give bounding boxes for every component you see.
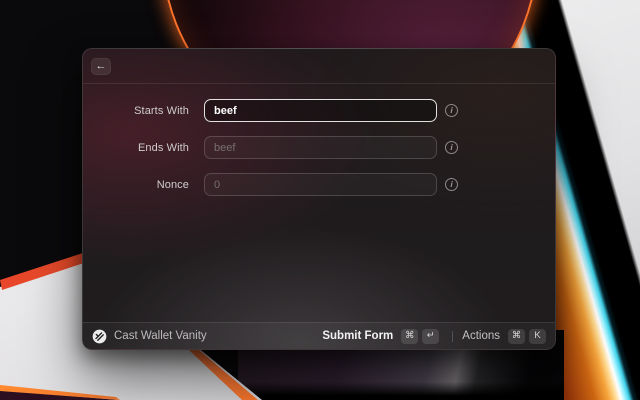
actions-button[interactable]: Actions <box>462 330 500 342</box>
arrow-left-icon: ← <box>96 61 107 72</box>
form-row-ends-with: Ends With i <box>83 136 555 159</box>
submit-form-button[interactable]: Submit Form <box>322 330 393 342</box>
info-icon[interactable]: i <box>445 141 458 154</box>
form-row-nonce: Nonce i <box>83 173 555 196</box>
launcher-window: ← Starts With i Ends With i Nonce i <box>82 48 556 350</box>
foundry-cast-logo-icon <box>92 329 107 344</box>
k-keycap: K <box>529 329 546 344</box>
info-icon[interactable]: i <box>445 178 458 191</box>
cmd-keycap: ⌘ <box>401 329 418 344</box>
cmd-keycap: ⌘ <box>508 329 525 344</box>
app-name: Cast Wallet Vanity <box>114 330 207 342</box>
nonce-label: Nonce <box>83 179 189 191</box>
window-header: ← <box>83 49 555 84</box>
form-row-starts-with: Starts With i <box>83 99 555 122</box>
back-button[interactable]: ← <box>91 58 111 75</box>
nonce-input[interactable] <box>204 173 437 196</box>
ends-with-label: Ends With <box>83 142 189 154</box>
window-footer: Cast Wallet Vanity Submit Form ⌘ ↵ Actio… <box>83 322 555 349</box>
desktop: ← Starts With i Ends With i Nonce i <box>0 0 640 400</box>
ends-with-input[interactable] <box>204 136 437 159</box>
info-icon[interactable]: i <box>445 104 458 117</box>
return-keycap: ↵ <box>422 329 439 344</box>
starts-with-label: Starts With <box>83 105 189 117</box>
starts-with-input[interactable] <box>204 99 437 122</box>
vanity-form: Starts With i Ends With i Nonce i <box>83 84 555 196</box>
footer-divider <box>452 331 453 342</box>
